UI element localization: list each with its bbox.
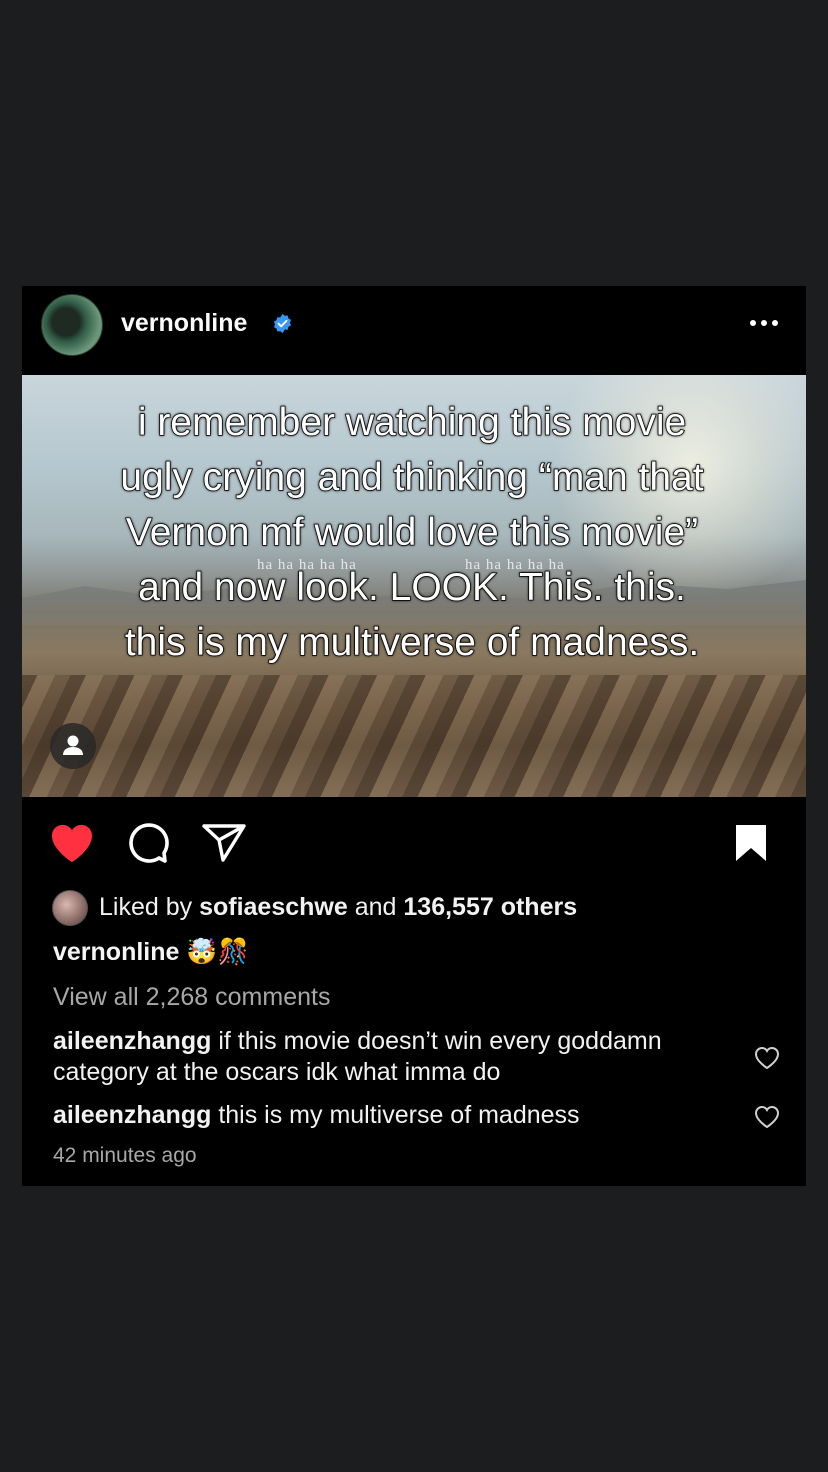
comment-like-icon[interactable] bbox=[754, 1105, 780, 1129]
liked-and-label: and bbox=[354, 893, 397, 921]
likes-summary[interactable]: Liked by sofiaeschwe and 136,557 others bbox=[52, 890, 792, 926]
liker-avatar bbox=[52, 890, 88, 926]
post-media[interactable]: ha ha ha ha ha ha ha ha ha ha i remember… bbox=[22, 375, 806, 797]
comment-username[interactable]: aileenzhangg bbox=[53, 1101, 211, 1129]
liked-by-label: Liked by bbox=[99, 893, 193, 921]
caption-username[interactable]: vernonline bbox=[53, 938, 179, 966]
more-options-icon[interactable] bbox=[748, 316, 780, 330]
comment-text: this is my multiverse of madness bbox=[218, 1101, 580, 1129]
comment-item: aileenzhangg if this movie doesn’t win e… bbox=[53, 1026, 733, 1088]
tagged-users-button[interactable] bbox=[50, 723, 96, 769]
author-avatar[interactable] bbox=[41, 294, 103, 356]
send-icon[interactable] bbox=[201, 822, 247, 864]
view-all-comments-link[interactable]: View all 2,268 comments bbox=[53, 983, 330, 1012]
media-overlay-text: i remember watching this movie ugly cryi… bbox=[120, 400, 705, 665]
comment-like-icon[interactable] bbox=[754, 1046, 780, 1070]
caption-text: 🤯🎊 bbox=[186, 938, 249, 966]
post-timestamp: 42 minutes ago bbox=[53, 1144, 197, 1167]
comment-icon[interactable] bbox=[126, 822, 170, 866]
liked-by-user[interactable]: sofiaeschwe bbox=[199, 893, 348, 921]
post-header: vernonline bbox=[22, 286, 806, 375]
person-tag-icon bbox=[63, 735, 83, 755]
bookmark-filled-icon[interactable] bbox=[733, 822, 769, 864]
instagram-post: vernonline ha ha ha ha ha ha ha ha ha ha… bbox=[22, 286, 806, 1186]
comment-item: aileenzhangg this is my multiverse of ma… bbox=[53, 1100, 733, 1131]
author-username[interactable]: vernonline bbox=[121, 309, 247, 338]
heart-filled-icon[interactable] bbox=[49, 822, 95, 864]
comment-username[interactable]: aileenzhangg bbox=[53, 1027, 211, 1055]
liked-others-count[interactable]: 136,557 others bbox=[403, 893, 577, 921]
verified-badge-icon bbox=[273, 313, 292, 334]
likes-text: Liked by sofiaeschwe and 136,557 others bbox=[99, 893, 577, 922]
post-caption: vernonline 🤯🎊 bbox=[53, 938, 249, 967]
canyon-terrain bbox=[22, 675, 806, 797]
action-bar bbox=[22, 816, 806, 876]
